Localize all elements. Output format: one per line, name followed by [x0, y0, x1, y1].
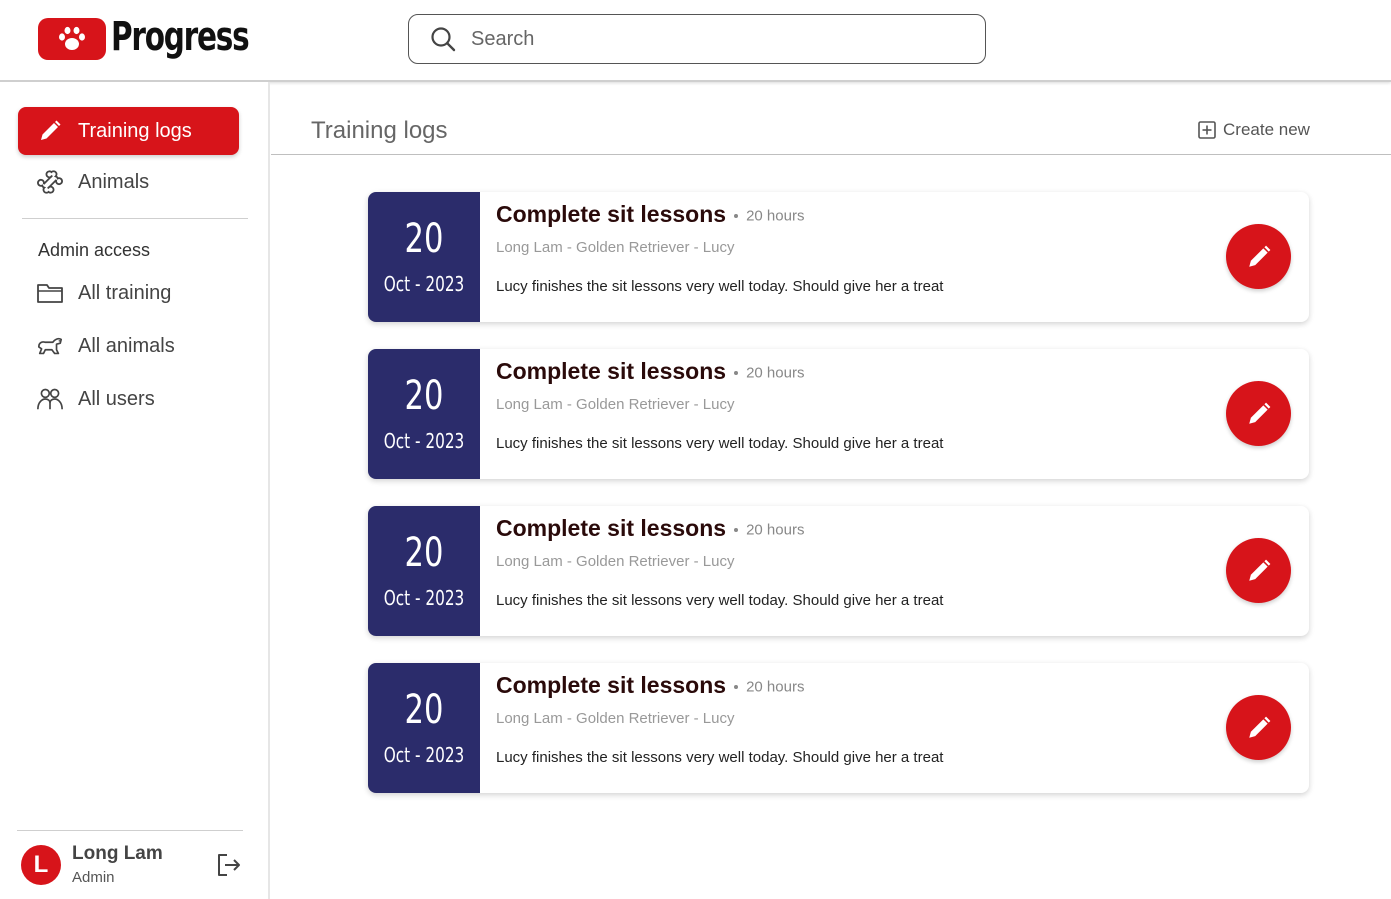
log-meta: Long Lam - Golden Retriever - Lucy [496, 239, 735, 256]
sidebar-item-all-training[interactable]: All training [18, 269, 239, 317]
sidebar-item-all-animals[interactable]: All animals [18, 322, 239, 370]
log-meta: Long Lam - Golden Retriever - Lucy [496, 553, 735, 570]
training-log-card[interactable]: 20 Oct - 2023 Complete sit lessons 20 hou… [368, 349, 1309, 479]
sidebar-item-label: Training logs [78, 119, 192, 142]
log-title-row: Complete sit lessons 20 hours [496, 358, 804, 385]
date-day: 20 [404, 216, 444, 262]
date-month-year: Oct - 2023 [383, 743, 465, 767]
log-title: Complete sit lessons [496, 672, 727, 698]
date-month-year: Oct - 2023 [383, 272, 465, 296]
log-hours: 20 hours [746, 521, 805, 539]
sidebar-item-training-logs[interactable]: Training logs [18, 107, 239, 155]
users-icon [36, 385, 64, 413]
edit-button[interactable] [1226, 381, 1291, 446]
admin-section-title: Admin access [38, 240, 151, 260]
log-description: Lucy finishes the sit lessons very well … [496, 435, 944, 452]
sidebar-item-label: Animals [78, 170, 150, 193]
date-month-year: Oct - 2023 [383, 586, 465, 610]
log-hours: 20 hours [746, 364, 805, 382]
pencil-icon [1248, 716, 1270, 738]
separator-dot [734, 213, 739, 218]
pencil-icon [1248, 402, 1270, 424]
separator-dot [734, 684, 739, 689]
pencil-icon [1248, 559, 1270, 581]
log-title: Complete sit lessons [496, 201, 727, 227]
avatar[interactable]: L [21, 845, 61, 885]
separator-dot [734, 527, 739, 532]
top-header: Progress [0, 0, 1391, 82]
training-log-card[interactable]: 20 Oct - 2023 Complete sit lessons 20 hou… [368, 506, 1309, 636]
page-title: Training logs [311, 117, 448, 144]
date-month-year: Oct - 2023 [383, 429, 465, 453]
search-bar[interactable] [408, 14, 986, 64]
dog-icon [36, 332, 64, 360]
date-box: 20 Oct - 2023 [368, 506, 480, 636]
sidebar-item-label: All animals [78, 334, 175, 357]
sidebar-item-all-users[interactable]: All users [18, 375, 239, 423]
separator-dot [734, 370, 739, 375]
user-profile: L Long Lam Admin [17, 830, 243, 899]
paw-logo-icon[interactable] [38, 18, 106, 60]
log-description: Lucy finishes the sit lessons very well … [496, 278, 944, 295]
log-title: Complete sit lessons [496, 358, 727, 384]
log-title-row: Complete sit lessons 20 hours [496, 672, 804, 699]
edit-button[interactable] [1226, 695, 1291, 760]
sidebar-item-label: All users [78, 387, 155, 410]
pencil-icon [36, 117, 64, 145]
date-day: 20 [404, 373, 444, 419]
date-box: 20 Oct - 2023 [368, 349, 480, 479]
edit-button[interactable] [1226, 224, 1291, 289]
content-header: Training logs Create new [271, 105, 1391, 155]
date-day: 20 [404, 687, 444, 733]
log-description: Lucy finishes the sit lessons very well … [496, 592, 944, 609]
sidebar-divider [22, 218, 248, 219]
bone-icon [36, 168, 64, 196]
log-hours: 20 hours [746, 678, 805, 696]
log-hours: 20 hours [746, 207, 805, 225]
create-new-button[interactable]: Create new [1198, 120, 1310, 140]
app-logo-text[interactable]: Progress [111, 14, 250, 60]
sidebar-item-animals[interactable]: Animals [18, 158, 239, 206]
sidebar: Training logs Animals Admin access All t… [0, 82, 270, 899]
logout-icon[interactable] [215, 851, 243, 879]
pencil-icon [1248, 245, 1270, 267]
training-log-card[interactable]: 20 Oct - 2023 Complete sit lessons 20 hou… [368, 663, 1309, 793]
edit-button[interactable] [1226, 538, 1291, 603]
create-new-label: Create new [1223, 120, 1310, 139]
log-title-row: Complete sit lessons 20 hours [496, 515, 804, 542]
log-meta: Long Lam - Golden Retriever - Lucy [496, 396, 735, 413]
user-name: Long Lam [72, 843, 163, 864]
folder-icon [36, 279, 64, 307]
log-title-row: Complete sit lessons 20 hours [496, 201, 804, 228]
plus-square-icon [1198, 121, 1216, 139]
log-meta: Long Lam - Golden Retriever - Lucy [496, 710, 735, 727]
log-description: Lucy finishes the sit lessons very well … [496, 749, 944, 766]
search-icon [431, 27, 456, 52]
search-input[interactable] [471, 27, 951, 51]
date-box: 20 Oct - 2023 [368, 663, 480, 793]
date-day: 20 [404, 530, 444, 576]
sidebar-item-label: All training [78, 281, 172, 304]
log-title: Complete sit lessons [496, 515, 727, 541]
user-role: Admin [72, 869, 115, 886]
date-box: 20 Oct - 2023 [368, 192, 480, 322]
training-log-card[interactable]: 20 Oct - 2023 Complete sit lessons 20 hou… [368, 192, 1309, 322]
